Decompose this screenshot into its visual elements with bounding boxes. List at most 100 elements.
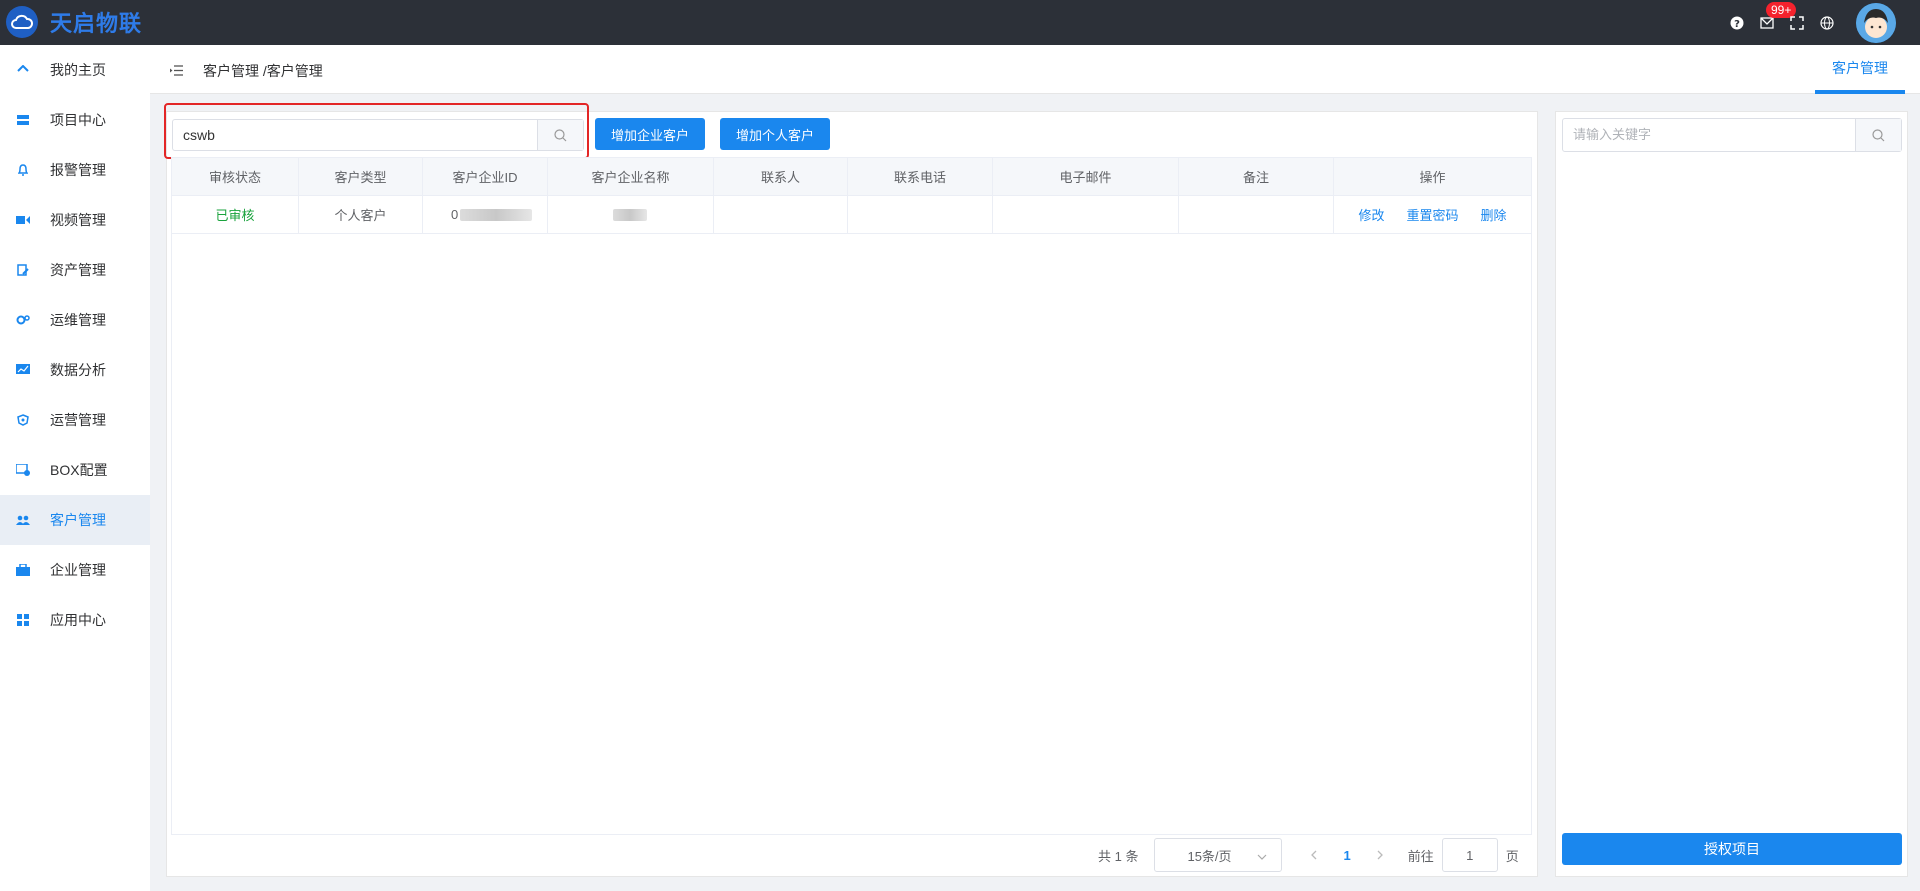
globe-icon[interactable] bbox=[1812, 0, 1842, 45]
top-bar: 天启物联 ? 99+ bbox=[0, 0, 1920, 45]
company-id-cell: 0 bbox=[423, 196, 548, 233]
chart-icon bbox=[16, 363, 30, 377]
mail-icon[interactable]: 99+ bbox=[1752, 0, 1797, 45]
help-icon[interactable]: ? bbox=[1722, 0, 1752, 45]
logo[interactable]: 天启物联 bbox=[6, 6, 142, 38]
sidebar-item-project[interactable]: 项目中心 bbox=[0, 95, 150, 145]
gears-icon bbox=[16, 313, 30, 327]
sidebar-item-asset[interactable]: 资产管理 bbox=[0, 245, 150, 295]
sidebar-item-apps[interactable]: 应用中心 bbox=[0, 595, 150, 645]
redacted-block bbox=[613, 208, 647, 221]
page-size-value: 15条/页 bbox=[1187, 848, 1232, 864]
chevron-down-icon bbox=[1257, 848, 1267, 863]
sidebar-item-label: 视频管理 bbox=[50, 212, 106, 228]
sidebar-item-alarm[interactable]: 报警管理 bbox=[0, 145, 150, 195]
sidebar: 我的主页 项目中心 报警管理 视频管理 资产管理 运维管理 数据分析 运营管理 … bbox=[0, 45, 150, 891]
table-header: 审核状态 客户类型 客户企业ID 客户企业名称 联系人 联系电话 电子邮件 备注… bbox=[172, 158, 1531, 196]
edit-link[interactable]: 修改 bbox=[1358, 205, 1384, 224]
svg-text:?: ? bbox=[1734, 19, 1740, 30]
tab-customer-management[interactable]: 客户管理 bbox=[1815, 45, 1905, 94]
customer-table: 审核状态 客户类型 客户企业ID 客户企业名称 联系人 联系电话 电子邮件 备注… bbox=[171, 157, 1532, 835]
column-header: 电子邮件 bbox=[993, 158, 1179, 195]
project-icon bbox=[16, 113, 30, 127]
box-icon bbox=[16, 463, 30, 477]
column-header: 操作 bbox=[1419, 170, 1446, 185]
sidebar-item-customer[interactable]: 客户管理 bbox=[0, 495, 150, 545]
avatar[interactable] bbox=[1856, 2, 1896, 43]
right-panel: 请输入关键字 授权项目 bbox=[1555, 111, 1908, 877]
page-number-current[interactable]: 1 bbox=[1343, 848, 1350, 863]
reset-password-link[interactable]: 重置密码 bbox=[1406, 205, 1458, 224]
sidebar-item-label: 运营管理 bbox=[50, 412, 106, 428]
contact-cell bbox=[714, 196, 848, 233]
search-highlight: cswb bbox=[164, 103, 589, 159]
column-header: 客户企业名称 bbox=[548, 158, 714, 195]
table-row: 已审核 个人客户 0 修改 重置密码 删除 bbox=[172, 196, 1531, 234]
phone-cell bbox=[848, 196, 993, 233]
search-icon[interactable] bbox=[1855, 119, 1901, 151]
total-count: 共 1 条 bbox=[1098, 848, 1139, 864]
next-page-icon[interactable] bbox=[1377, 848, 1384, 863]
briefcase-icon bbox=[16, 563, 30, 577]
sidebar-item-box[interactable]: BOX配置 bbox=[0, 445, 150, 495]
sidebar-item-label: BOX配置 bbox=[50, 462, 108, 478]
fullscreen-icon[interactable] bbox=[1782, 0, 1812, 45]
column-header: 审核状态 bbox=[172, 158, 299, 195]
customer-search-input[interactable]: cswb bbox=[172, 119, 584, 151]
cloud-logo-icon bbox=[6, 6, 38, 38]
authorize-project-button[interactable]: 授权项目 bbox=[1562, 833, 1902, 865]
apps-icon bbox=[16, 613, 30, 627]
sidebar-item-video[interactable]: 视频管理 bbox=[0, 195, 150, 245]
page-suffix: 页 bbox=[1505, 848, 1519, 864]
breadcrumb: 客户管理 /客户管理 bbox=[203, 63, 323, 79]
page-header: 客户管理 /客户管理 客户管理 bbox=[150, 45, 1920, 94]
type-cell: 个人客户 bbox=[299, 196, 423, 233]
company-name-cell bbox=[548, 196, 714, 233]
column-header: 客户企业ID bbox=[423, 158, 548, 195]
column-header: 客户类型 bbox=[299, 158, 423, 195]
remark-cell bbox=[1179, 196, 1334, 233]
delete-link[interactable]: 删除 bbox=[1481, 205, 1507, 224]
goto-page-input[interactable]: 1 bbox=[1441, 838, 1498, 872]
keyword-placeholder[interactable]: 请输入关键字 bbox=[1563, 119, 1855, 151]
add-personal-customer-button[interactable]: 增加个人客户 bbox=[720, 118, 830, 150]
status-cell: 已审核 bbox=[172, 196, 299, 233]
pagination: 共 1 条 15条/页 1 前往 1 页 bbox=[1098, 838, 1519, 872]
sidebar-item-label: 项目中心 bbox=[50, 112, 106, 128]
menu-collapse-icon[interactable] bbox=[170, 63, 183, 79]
redacted-block bbox=[460, 208, 533, 221]
search-value[interactable]: cswb bbox=[173, 120, 537, 150]
sidebar-item-label: 客户管理 bbox=[50, 512, 106, 528]
asset-icon bbox=[16, 263, 30, 277]
page-size-select[interactable]: 15条/页 bbox=[1154, 838, 1283, 872]
sidebar-item-label: 运维管理 bbox=[50, 312, 106, 328]
prev-page-icon[interactable] bbox=[1310, 848, 1317, 863]
sidebar-item-operation[interactable]: 运营管理 bbox=[0, 395, 150, 445]
sidebar-item-home[interactable]: 我的主页 bbox=[0, 45, 150, 95]
operation-icon bbox=[16, 413, 30, 427]
actions-cell: 修改 重置密码 删除 bbox=[1334, 196, 1531, 233]
bell-icon bbox=[16, 163, 30, 177]
column-header: 联系电话 bbox=[848, 158, 993, 195]
sidebar-item-label: 企业管理 bbox=[50, 562, 106, 578]
column-header: 联系人 bbox=[714, 158, 848, 195]
search-icon[interactable] bbox=[537, 120, 583, 150]
sidebar-item-data[interactable]: 数据分析 bbox=[0, 345, 150, 395]
home-icon bbox=[16, 63, 30, 77]
sidebar-item-label: 资产管理 bbox=[50, 262, 106, 278]
sidebar-item-label: 应用中心 bbox=[50, 612, 106, 628]
column-header: 备注 bbox=[1179, 158, 1334, 195]
keyword-search-input[interactable]: 请输入关键字 bbox=[1562, 118, 1902, 152]
sidebar-item-ops[interactable]: 运维管理 bbox=[0, 295, 150, 345]
sidebar-item-enterprise[interactable]: 企业管理 bbox=[0, 545, 150, 595]
users-icon bbox=[16, 513, 30, 527]
video-icon bbox=[16, 213, 30, 227]
sidebar-item-label: 我的主页 bbox=[50, 62, 106, 78]
email-cell bbox=[993, 196, 1179, 233]
sidebar-item-label: 报警管理 bbox=[50, 162, 106, 178]
sidebar-item-label: 数据分析 bbox=[50, 362, 106, 378]
add-company-customer-button[interactable]: 增加企业客户 bbox=[595, 118, 705, 150]
logo-text: 天启物联 bbox=[50, 11, 143, 36]
goto-label: 前往 bbox=[1407, 848, 1434, 864]
company-id-value: 0 bbox=[451, 207, 459, 222]
